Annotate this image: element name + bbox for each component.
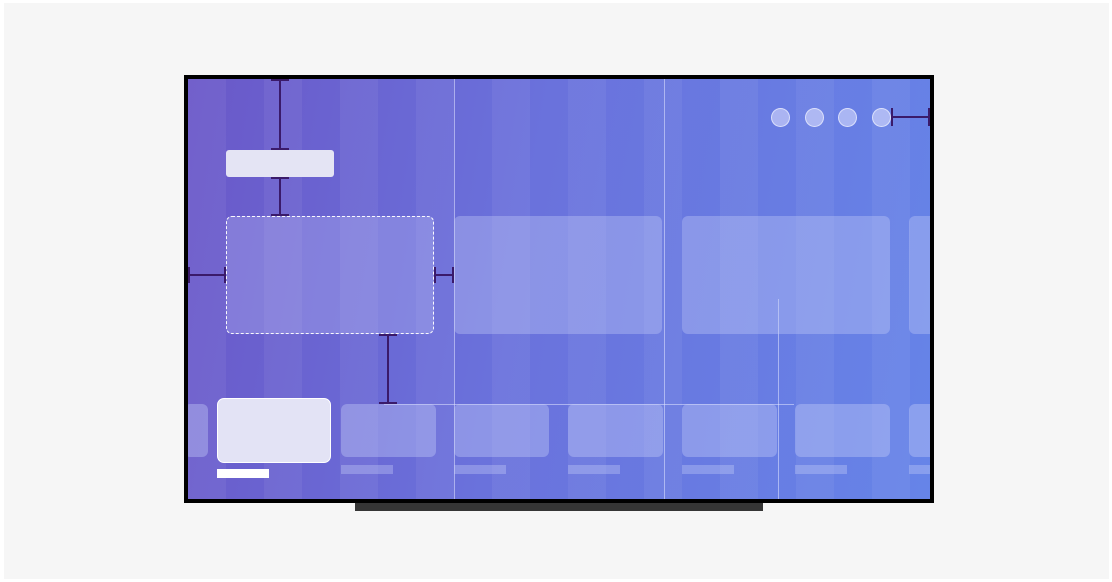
- spacing-marker-cap: [271, 79, 289, 81]
- spacing-marker-right-margin: [891, 116, 930, 118]
- page-dot-icon[interactable]: [771, 108, 790, 127]
- thumbnail[interactable]: [341, 404, 436, 457]
- tv-screen: [188, 79, 930, 499]
- thumbnail[interactable]: [454, 404, 549, 457]
- page-dot-icon[interactable]: [838, 108, 857, 127]
- content-card[interactable]: [682, 216, 890, 334]
- spacing-marker-cap: [379, 402, 397, 404]
- spacing-marker-cap: [928, 108, 930, 126]
- thumbnail-caption: [454, 465, 506, 474]
- spacing-marker-cap: [379, 334, 397, 336]
- spacing-marker-cap: [891, 108, 893, 126]
- thumbnail[interactable]: [909, 404, 930, 457]
- thumbnail-caption: [682, 465, 734, 474]
- spacing-marker-title-to-cards: [279, 177, 281, 216]
- layout-guide-vertical: [664, 79, 665, 499]
- spacing-marker-cap: [188, 267, 190, 283]
- spacing-marker-cap: [452, 267, 454, 283]
- content-card[interactable]: [909, 216, 930, 334]
- selected-thumbnail[interactable]: [217, 398, 331, 463]
- thumbnail-caption: [795, 465, 847, 474]
- tv-frame: [184, 75, 934, 503]
- spacing-marker-cap: [271, 148, 289, 150]
- content-card[interactable]: [454, 216, 662, 334]
- focused-card[interactable]: [226, 216, 434, 334]
- selected-thumbnail-caption: [217, 469, 269, 478]
- page-dot-icon[interactable]: [872, 108, 891, 127]
- spacing-marker-cap: [434, 267, 436, 283]
- spacing-marker-cap: [271, 214, 289, 216]
- spacing-marker-cap: [224, 267, 226, 283]
- spacing-marker-cap: [271, 177, 289, 179]
- thumbnail[interactable]: [795, 404, 890, 457]
- thumbnail[interactable]: [568, 404, 663, 457]
- thumbnail-caption: [341, 465, 393, 474]
- thumbnail-caption: [909, 465, 930, 474]
- spacing-marker-row-gap: [387, 334, 389, 404]
- spacing-marker-top: [279, 79, 281, 150]
- spacing-marker-left-margin: [188, 274, 226, 276]
- thumbnail[interactable]: [188, 404, 208, 457]
- title-placeholder: [226, 150, 334, 177]
- spacing-marker-card-gap: [434, 274, 454, 276]
- page-dot-icon[interactable]: [805, 108, 824, 127]
- thumbnail-caption: [568, 465, 620, 474]
- thumbnail[interactable]: [682, 404, 777, 457]
